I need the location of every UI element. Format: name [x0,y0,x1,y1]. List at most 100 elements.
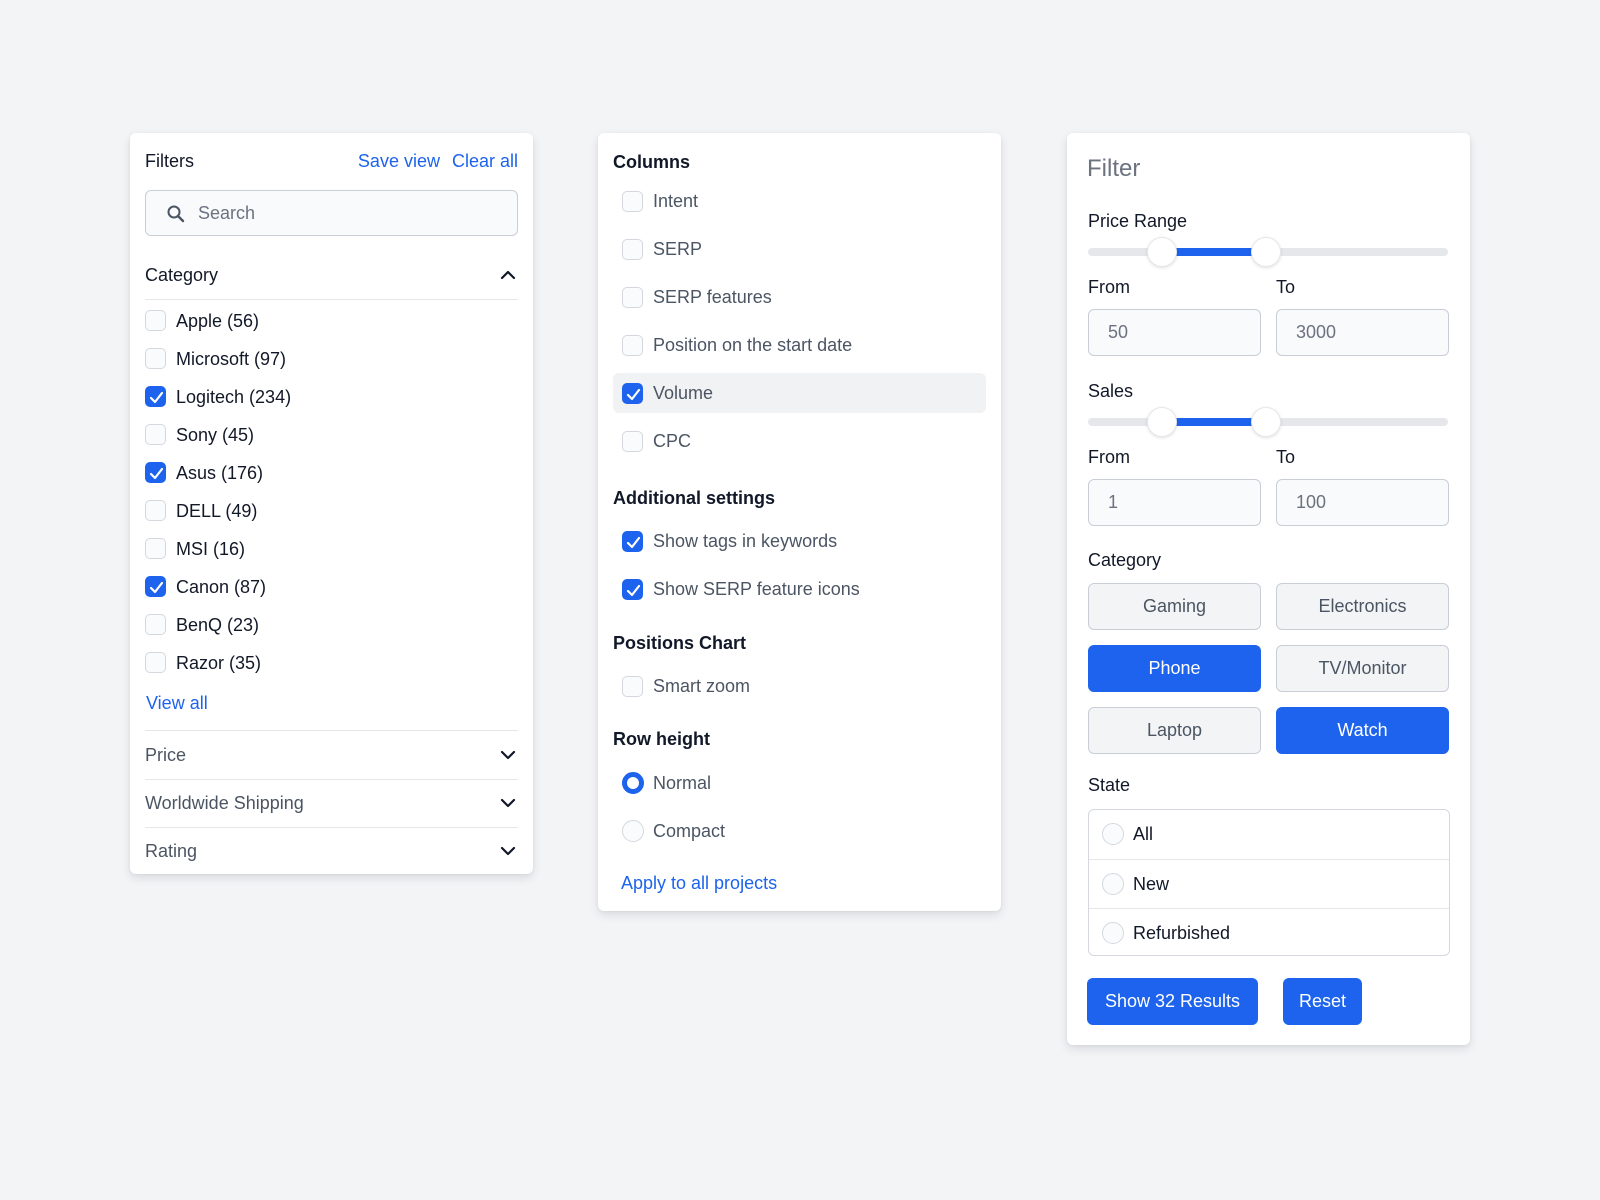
category-option-dell[interactable]: DELL (49) [145,499,445,523]
category-option-canon[interactable]: Canon (87) [145,575,445,599]
chevron-up-icon [500,270,516,280]
filter-panel: Filter Price Range From To Sales From To… [1067,133,1470,1045]
category-chip-electronics[interactable]: Electronics [1276,583,1449,630]
category-option-benq[interactable]: BenQ (23) [145,613,445,637]
clear-all-link[interactable]: Clear all [452,151,518,171]
view-all-link[interactable]: View all [146,693,208,714]
filter-title: Filter [1087,155,1141,182]
positions-chart-title: Positions Chart [613,633,747,653]
column-option-smart-zoom[interactable]: Smart zoom [613,666,986,706]
state-option-all[interactable]: All [1089,810,1449,859]
column-option-serp[interactable]: SERP [613,229,986,269]
radio-button[interactable] [622,820,644,842]
price-max-thumb[interactable] [1251,237,1282,267]
sales-to-label: To [1276,447,1296,467]
column-option-volume[interactable]: Volume [613,373,986,413]
option-label: Compact [653,821,726,841]
checkbox[interactable] [145,614,166,635]
price-from-input[interactable] [1088,309,1261,356]
checkbox[interactable] [145,348,166,369]
sales-slider[interactable] [1088,405,1448,439]
show-results-button[interactable]: Show 32 Results [1087,978,1258,1025]
price-range-slider[interactable] [1088,235,1448,269]
price-from-label: From [1088,277,1130,297]
checkbox[interactable] [622,191,643,212]
checkbox[interactable] [145,500,166,521]
column-option-serp-features[interactable]: SERP features [613,277,986,317]
price-accordion-header[interactable]: Price [145,732,518,780]
radio-button[interactable] [1102,922,1124,944]
category-chip-phone[interactable]: Phone [1088,645,1261,692]
radio-button[interactable] [622,772,644,794]
rating-accordion-header[interactable]: Rating [145,828,518,876]
category-option-label: Sony (45) [176,425,255,445]
checkbox[interactable] [622,287,643,308]
sales-to-input[interactable] [1276,479,1449,526]
save-view-link[interactable]: Save view [358,151,440,171]
sales-min-thumb[interactable] [1146,407,1177,437]
checkbox[interactable] [145,386,166,407]
apply-to-all-projects-link[interactable]: Apply to all projects [621,873,777,894]
checkbox[interactable] [145,462,166,483]
category-option-msi[interactable]: MSI (16) [145,537,445,561]
category-option-asus[interactable]: Asus (176) [145,461,445,485]
row-height-option-compact[interactable]: Compact [613,811,986,851]
state-label: State [1088,775,1131,795]
search-input[interactable] [198,201,498,225]
category-option-label: MSI (16) [176,539,246,559]
category-option-logitech[interactable]: Logitech (234) [145,385,445,409]
price-to-input[interactable] [1276,309,1449,356]
checkbox[interactable] [622,335,643,356]
column-option-position-on-the-start-date[interactable]: Position on the start date [613,325,986,365]
price-accordion-label: Price [145,745,187,765]
search-box[interactable] [145,190,518,236]
sales-from-input[interactable] [1088,479,1261,526]
category-option-label: Microsoft (97) [176,349,287,369]
state-option-refurbished[interactable]: Refurbished [1089,908,1449,957]
state-option-label: Refurbished [1133,923,1231,943]
chevron-down-icon [500,798,516,808]
radio-button[interactable] [1102,823,1124,845]
category-chip-gaming[interactable]: Gaming [1088,583,1261,630]
checkbox[interactable] [145,576,166,597]
category-option-apple[interactable]: Apple (56) [145,309,445,333]
checkbox[interactable] [622,531,643,552]
category-option-label: DELL (49) [176,501,258,521]
column-option-cpc[interactable]: CPC [613,421,986,461]
category-chip-laptop[interactable]: Laptop [1088,707,1261,754]
column-option-show-serp-feature-icons[interactable]: Show SERP feature icons [613,569,986,609]
category-option-microsoft[interactable]: Microsoft (97) [145,347,445,371]
reset-button[interactable]: Reset [1283,978,1362,1025]
worldwide-shipping-accordion-header[interactable]: Worldwide Shipping [145,780,518,828]
category-option-razor[interactable]: Razor (35) [145,651,445,675]
checkbox[interactable] [145,538,166,559]
category-option-sony[interactable]: Sony (45) [145,423,445,447]
rating-accordion-label: Rating [145,841,198,861]
row-height-option-normal[interactable]: Normal [613,763,986,803]
category-accordion-header[interactable]: Category [145,252,518,300]
checkbox[interactable] [622,431,643,452]
columns-panel: Columns Intent SERP SERP features Position … [598,133,1001,911]
checkmark-icon [149,467,164,480]
checkmark-icon [626,536,641,549]
category-chip-tv-monitor[interactable]: TV/Monitor [1276,645,1449,692]
category-chip-watch[interactable]: Watch [1276,707,1449,754]
checkbox[interactable] [145,652,166,673]
checkbox[interactable] [622,579,643,600]
checkbox[interactable] [622,676,643,697]
category-label: Category [1088,550,1162,570]
checkbox[interactable] [145,310,166,331]
column-option-intent[interactable]: Intent [613,181,986,221]
category-option-label: Canon (87) [176,577,267,597]
price-min-thumb[interactable] [1146,237,1177,267]
option-label: Show SERP feature icons [653,579,860,599]
checkbox[interactable] [145,424,166,445]
sales-max-thumb[interactable] [1251,407,1282,437]
column-option-show-tags-in-keywords[interactable]: Show tags in keywords [613,521,986,561]
checkbox[interactable] [622,239,643,260]
sales-from-label: From [1088,447,1130,467]
price-range-label: Price Range [1088,211,1188,231]
checkbox[interactable] [622,383,643,404]
state-option-new[interactable]: New [1089,859,1449,908]
radio-button[interactable] [1102,873,1124,895]
